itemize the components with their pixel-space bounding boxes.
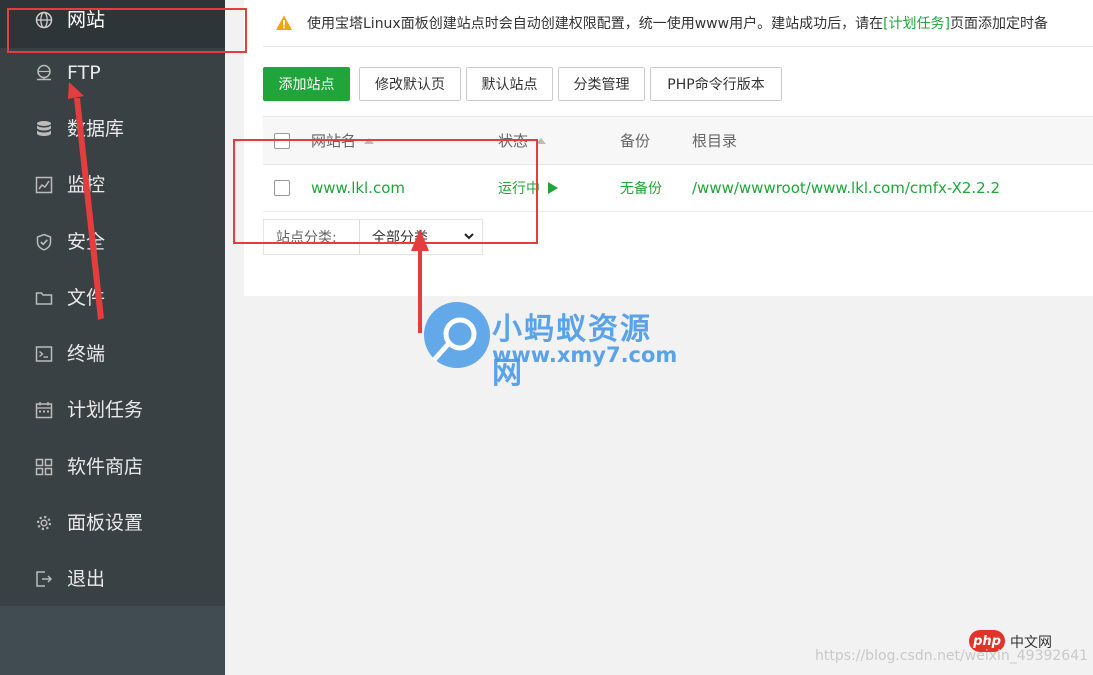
- notice-bar: 使用宝塔Linux面板创建站点时会自动创建权限配置，统一使用www用户。建站成功…: [263, 0, 1093, 47]
- ant-logo-icon: [424, 302, 490, 368]
- select-all-checkbox[interactable]: [274, 132, 290, 149]
- ftp-icon: [35, 64, 53, 82]
- table-row: www.lkl.com 运行中 无备份 /www/wwwroot/www.lkl…: [263, 165, 1093, 212]
- site-table: 网站名 状态 备份 根目录 www.lkl.com 运行中 无备份 /www/w…: [263, 116, 1093, 212]
- sort-asc-icon: [536, 137, 547, 144]
- sidebar: 网站 FTP 数据库 监控 安全 文件 终端 计划任务 软件商店 面板设置 退出: [0, 0, 225, 675]
- sidebar-item-logout[interactable]: 退出: [0, 551, 225, 607]
- sidebar-item-monitor[interactable]: 监控: [0, 157, 225, 213]
- category-filter-label: 站点分类:: [276, 230, 337, 246]
- sidebar-item-label: 计划任务: [67, 398, 144, 421]
- sidebar-item-terminal[interactable]: 终端: [0, 326, 225, 382]
- sidebar-item-files[interactable]: 文件: [0, 270, 225, 326]
- sidebar-item-label: 数据库: [67, 117, 125, 140]
- sidebar-item-label: FTP: [67, 61, 101, 84]
- site-name-link[interactable]: www.lkl.com: [311, 165, 405, 211]
- category-filter: 站点分类: 全部分类: [263, 219, 483, 255]
- sidebar-item-label: 退出: [67, 567, 106, 590]
- watermark-title: 小蚂蚁资源网: [492, 312, 652, 391]
- site-backup-link[interactable]: 无备份: [620, 165, 662, 211]
- sidebar-item-label: 网站: [67, 8, 106, 31]
- chevron-down-icon: [464, 233, 474, 240]
- csdn-credit: https://blog.csdn.net/weixin_49392641: [815, 648, 1089, 664]
- header-backup: 备份: [620, 132, 651, 150]
- sidebar-item-cron[interactable]: 计划任务: [0, 382, 225, 438]
- sidebar-item-security[interactable]: 安全: [0, 214, 225, 270]
- add-site-button[interactable]: 添加站点: [263, 67, 350, 101]
- sidebar-item-label: 软件商店: [67, 455, 144, 478]
- sidebar-item-app-store[interactable]: 软件商店: [0, 439, 225, 495]
- sidebar-menu: 网站 FTP 数据库 监控 安全 文件 终端 计划任务 软件商店 面板设置 退出: [0, 0, 225, 606]
- category-select[interactable]: 全部分类: [359, 220, 483, 254]
- sidebar-item-database[interactable]: 数据库: [0, 101, 225, 157]
- status-text: 运行中: [498, 181, 540, 197]
- watermark-url: www.xmy7.com: [492, 343, 678, 367]
- gear-icon: [35, 514, 53, 532]
- site-root-link[interactable]: /www/wwwroot/www.lkl.com/cmfx-X2.2.2: [692, 165, 1000, 211]
- globe-icon: [35, 11, 53, 29]
- php-cli-version-button[interactable]: PHP命令行版本: [650, 67, 782, 101]
- cron-link[interactable]: [计划任务]: [883, 13, 950, 33]
- terminal-icon: [35, 345, 53, 363]
- sidebar-item-label: 安全: [67, 230, 106, 253]
- notice-text: 使用宝塔Linux面板创建站点时会自动创建权限配置，统一使用www用户。建站成功…: [307, 16, 884, 32]
- header-root: 根目录: [692, 132, 738, 150]
- database-icon: [35, 120, 53, 138]
- logout-icon: [35, 570, 53, 588]
- notice-text-tail: 页面添加定时备: [950, 16, 1049, 32]
- sidebar-item-label: 文件: [67, 286, 106, 309]
- folder-icon: [35, 289, 53, 307]
- edit-default-page-button[interactable]: 修改默认页: [359, 67, 461, 101]
- sort-asc-icon: [364, 137, 375, 144]
- grid-apps-icon: [35, 458, 53, 476]
- header-status[interactable]: 状态: [498, 117, 547, 164]
- watermark: 小蚂蚁资源网 www.xmy7.com: [420, 298, 680, 391]
- play-icon: [548, 182, 558, 194]
- site-status[interactable]: 运行中: [498, 165, 558, 211]
- table-header: 网站名 状态 备份 根目录: [263, 117, 1093, 165]
- default-site-button[interactable]: 默认站点: [466, 67, 553, 101]
- category-manage-button[interactable]: 分类管理: [558, 67, 645, 101]
- sidebar-item-ftp[interactable]: FTP: [0, 45, 225, 101]
- monitor-chart-icon: [35, 176, 53, 194]
- header-name[interactable]: 网站名: [311, 117, 375, 164]
- sidebar-item-panel-settings[interactable]: 面板设置: [0, 495, 225, 551]
- warning-icon: [276, 15, 292, 30]
- calendar-icon: [35, 401, 53, 419]
- sidebar-item-label: 面板设置: [67, 511, 144, 534]
- sidebar-item-website[interactable]: 网站: [0, 0, 225, 48]
- category-select-value: 全部分类: [372, 230, 428, 246]
- row-checkbox[interactable]: [274, 180, 290, 196]
- shield-icon: [35, 233, 53, 251]
- sidebar-item-label: 终端: [67, 342, 106, 365]
- sidebar-item-label: 监控: [67, 173, 106, 196]
